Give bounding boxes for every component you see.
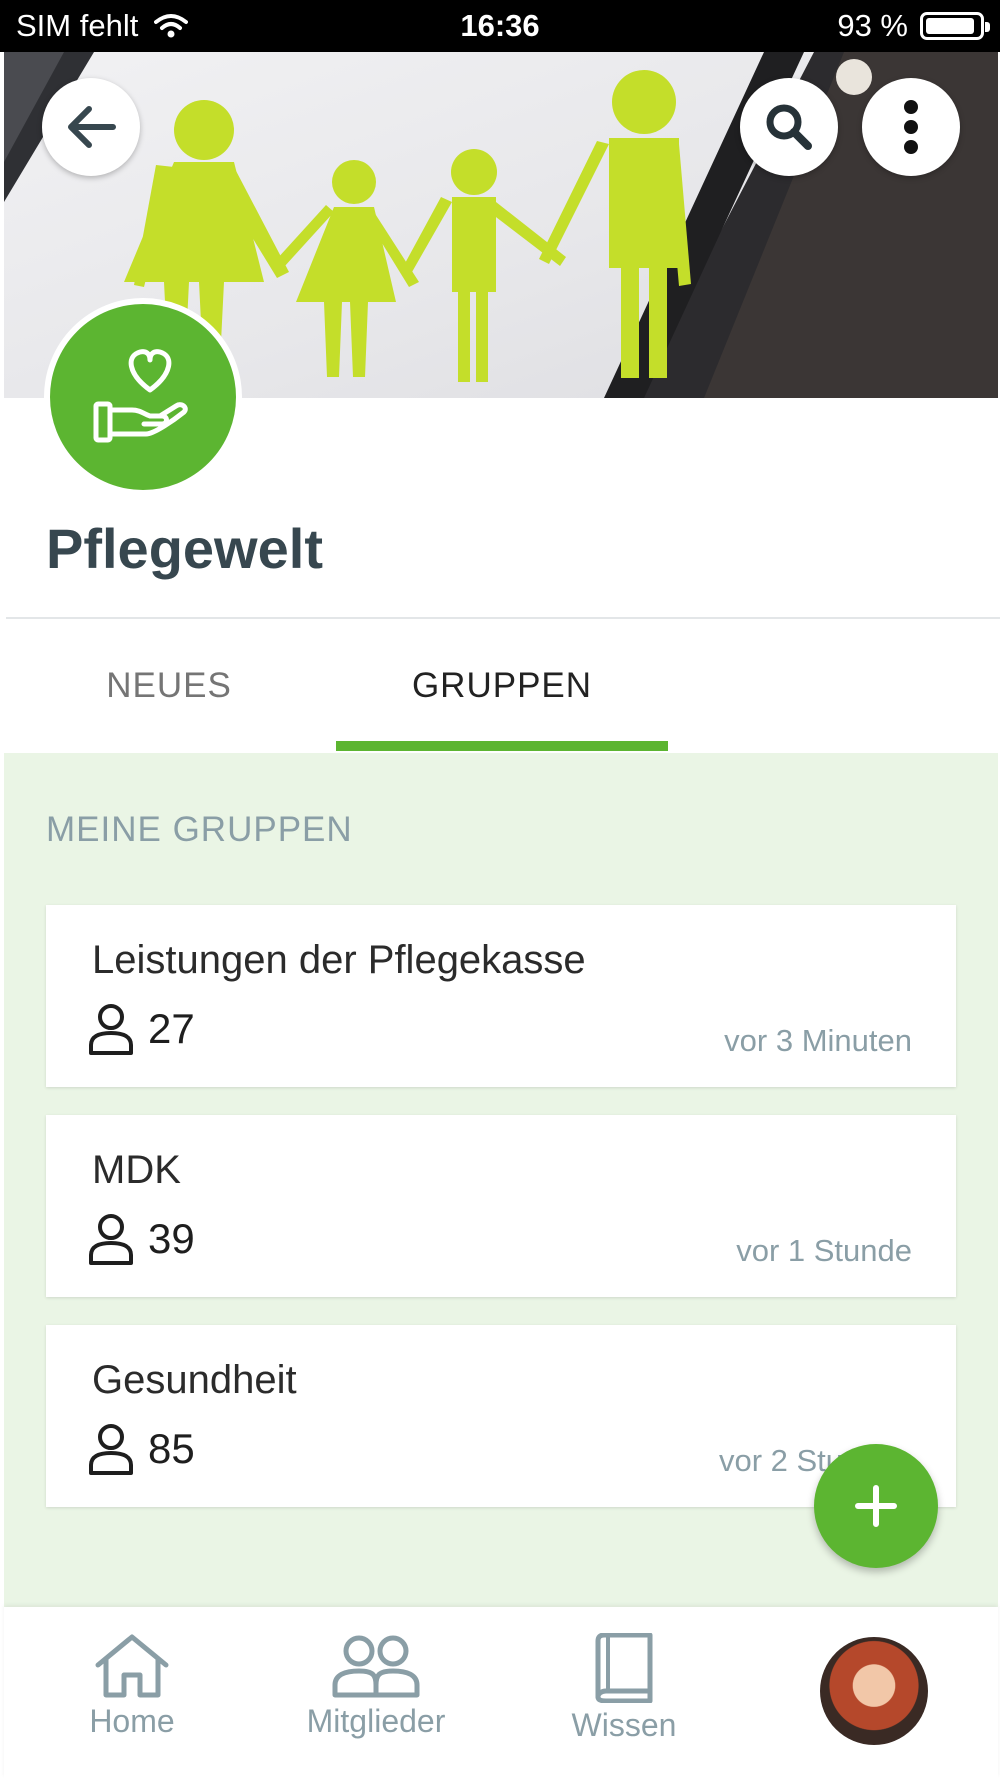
more-vertical-icon: [904, 100, 918, 154]
tab-bar: NEUES GRUPPEN: [4, 619, 998, 753]
members-icon: [332, 1635, 420, 1698]
group-title: Gesundheit: [92, 1358, 297, 1402]
home-icon: [95, 1634, 169, 1698]
group-logo: [44, 298, 242, 496]
heart-hand-icon: [93, 349, 188, 443]
member-count-value: 85: [148, 1425, 195, 1472]
nav-wissen[interactable]: Wissen: [534, 1633, 714, 1744]
person-icon: [89, 1214, 133, 1265]
bottom-navigation: Home Mitglieder Wissen: [4, 1607, 998, 1778]
member-count-value: 27: [148, 1005, 195, 1052]
back-button[interactable]: [42, 78, 140, 176]
member-count-value: 39: [148, 1215, 195, 1262]
person-icon: [89, 1004, 133, 1055]
plus-icon: [855, 1485, 897, 1527]
search-button[interactable]: [740, 78, 838, 176]
tab-neues[interactable]: NEUES: [4, 619, 334, 753]
person-icon: [89, 1424, 133, 1475]
status-bar: SIM fehlt 16:36 93 %: [0, 0, 1000, 52]
arrow-left-icon: [68, 106, 116, 148]
nav-home-label: Home: [89, 1703, 175, 1739]
nav-mitglieder-label: Mitglieder: [306, 1703, 446, 1739]
page-title: Pflegewelt: [46, 517, 323, 580]
section-heading: MEINE GRUPPEN: [46, 810, 353, 849]
tab-gruppen[interactable]: GRUPPEN: [336, 619, 668, 753]
add-group-button[interactable]: [814, 1444, 938, 1568]
app-screen: SIM fehlt 16:36 93 % Pflegewelt NEUES GR…: [0, 0, 1000, 1778]
battery-icon: [920, 12, 990, 40]
group-card-mdk[interactable]: MDK 39 vor 1 Stunde: [46, 1115, 956, 1297]
battery-percent: 93 %: [837, 8, 908, 43]
group-title: MDK: [92, 1148, 181, 1192]
nav-mitglieder[interactable]: Mitglieder: [286, 1633, 466, 1740]
group-title: Leistungen der Pflegekasse: [92, 938, 586, 982]
battery-fill: [926, 18, 974, 34]
member-count: 39: [88, 1213, 195, 1265]
profile-avatar[interactable]: [820, 1637, 928, 1745]
last-activity: vor 3 Minuten: [724, 1023, 912, 1058]
nav-wissen-label: Wissen: [571, 1707, 677, 1743]
book-icon: [595, 1633, 653, 1703]
search-icon: [766, 104, 812, 150]
more-options-button[interactable]: [862, 78, 960, 176]
last-activity: vor 1 Stunde: [736, 1233, 912, 1268]
nav-home[interactable]: Home: [42, 1633, 222, 1740]
member-count: 85: [88, 1423, 195, 1475]
status-right: 93 %: [837, 8, 990, 44]
active-tab-indicator: [336, 741, 668, 751]
member-count: 27: [88, 1003, 195, 1055]
group-card-pflegekasse[interactable]: Leistungen der Pflegekasse 27 vor 3 Minu…: [46, 905, 956, 1087]
